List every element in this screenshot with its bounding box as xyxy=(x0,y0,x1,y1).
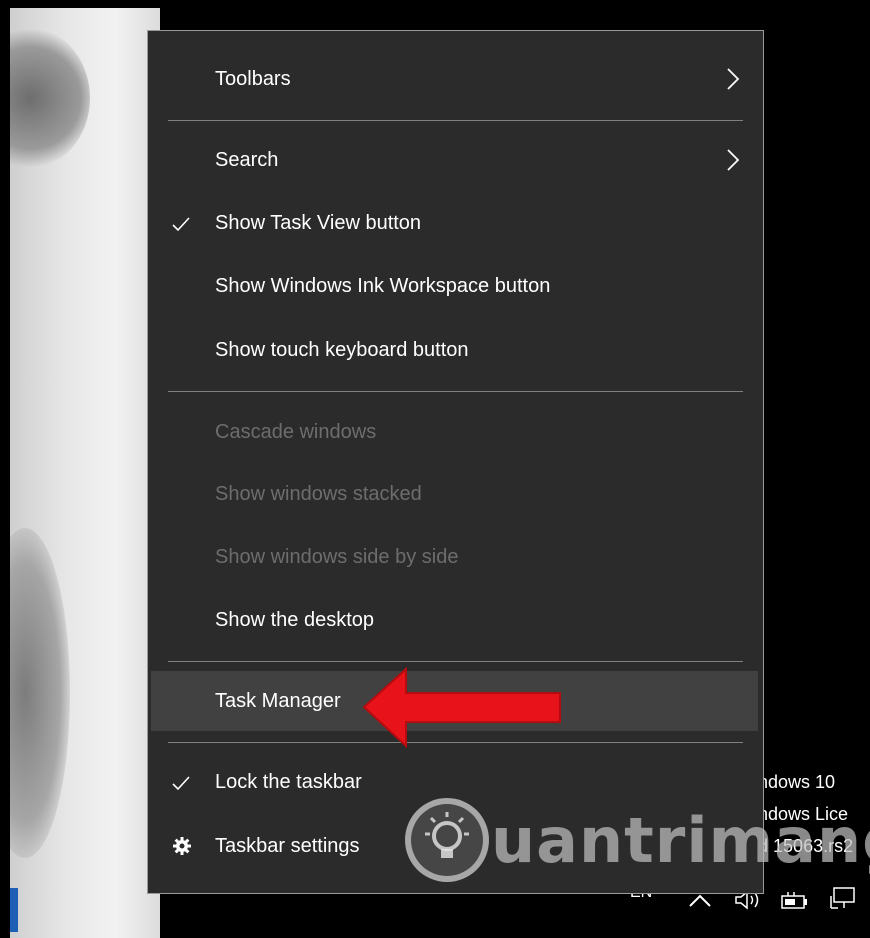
menu-separator xyxy=(168,391,743,392)
menu-item-show-windows-side-by-side: Show windows side by side xyxy=(148,527,763,587)
menu-item-show-touch-keyboard-button[interactable]: Show touch keyboard button xyxy=(148,320,763,380)
menu-item-show-the-desktop[interactable]: Show the desktop xyxy=(148,590,763,650)
lightbulb-logo-icon xyxy=(405,798,489,882)
menu-item-label: Task Manager xyxy=(215,690,341,712)
checkmark-icon xyxy=(172,217,190,232)
gear-icon xyxy=(173,837,191,855)
menu-item-label: Show windows side by side xyxy=(215,546,459,568)
battery-icon[interactable] xyxy=(780,890,810,912)
menu-separator xyxy=(168,120,743,121)
menu-item-cascade-windows: Cascade windows xyxy=(148,402,763,462)
menu-item-label: Show Windows Ink Workspace button xyxy=(215,275,551,297)
menu-item-search[interactable]: Search xyxy=(148,130,763,190)
menu-item-label: Show touch keyboard button xyxy=(215,339,469,361)
menu-item-show-windows-ink-workspace-button[interactable]: Show Windows Ink Workspace button xyxy=(148,256,763,316)
chevron-right-icon xyxy=(727,149,740,171)
taskbar-context-menu: Toolbars Search Show Task View button Sh… xyxy=(147,30,764,894)
menu-item-show-task-view-button[interactable]: Show Task View button xyxy=(148,193,763,253)
red-arrow-annotation xyxy=(362,666,561,749)
menu-item-label: Cascade windows xyxy=(215,421,377,443)
menu-item-show-windows-stacked: Show windows stacked xyxy=(148,464,763,524)
menu-item-label: Toolbars xyxy=(215,68,291,90)
menu-item-toolbars[interactable]: Toolbars xyxy=(148,49,763,109)
chevron-up-icon[interactable] xyxy=(688,892,712,908)
checkmark-icon xyxy=(172,776,190,791)
menu-item-label: Show Task View button xyxy=(215,212,422,234)
menu-item-label: Search xyxy=(215,149,279,171)
chevron-right-icon xyxy=(727,68,740,90)
quantrimang-watermark: uantrimang xyxy=(405,790,870,890)
menu-item-label: Show windows stacked xyxy=(215,483,422,505)
menu-separator xyxy=(168,661,743,662)
menu-item-label: Taskbar settings xyxy=(215,835,360,857)
menu-item-label: Show the desktop xyxy=(215,609,374,631)
taskbar-pinned-app-icon[interactable] xyxy=(10,888,18,932)
watermark-text: uantrimang xyxy=(491,804,870,877)
menu-item-label: Lock the taskbar xyxy=(215,771,362,793)
